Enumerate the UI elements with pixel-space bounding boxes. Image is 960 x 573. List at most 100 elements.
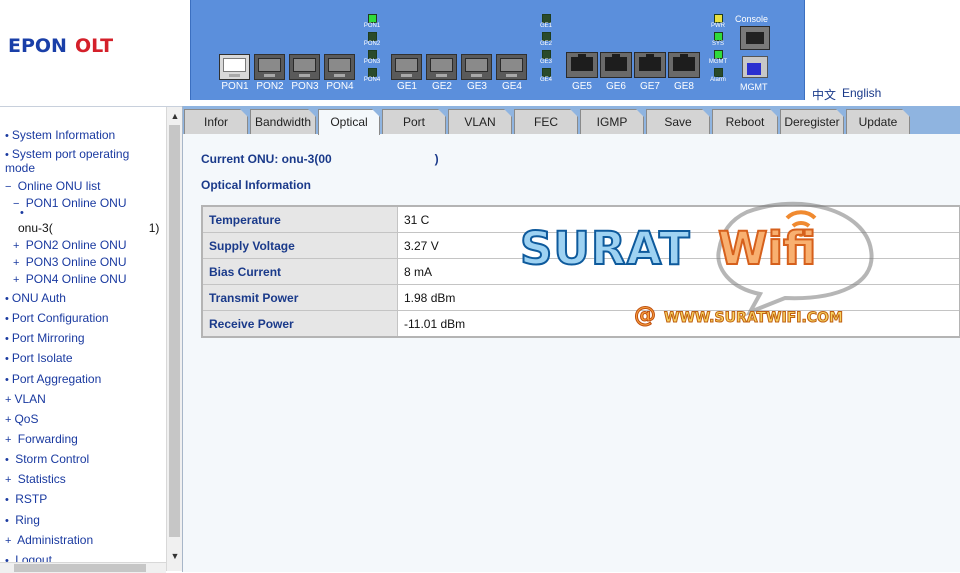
nav-label-truncated: 1) bbox=[149, 221, 160, 235]
scroll-up-arrow-icon[interactable]: ▲ bbox=[167, 109, 182, 123]
tab-fec[interactable]: FEC bbox=[514, 109, 578, 134]
nav-ring[interactable]: • Ring bbox=[5, 513, 40, 527]
section-title: Optical Information bbox=[201, 178, 311, 192]
sys-led-label: SYS bbox=[705, 41, 731, 47]
console-port[interactable] bbox=[740, 26, 770, 50]
nav-system-port-operating-mode-cont[interactable]: mode bbox=[5, 161, 35, 175]
nav-bullet: • bbox=[5, 353, 9, 365]
ge4-led bbox=[542, 68, 551, 77]
watermark-word-2: Wifi bbox=[718, 222, 816, 275]
nav-label: mode bbox=[5, 161, 35, 175]
ge8-port[interactable] bbox=[668, 52, 700, 78]
ge6-port[interactable] bbox=[600, 52, 632, 78]
pon3-port-label: PON3 bbox=[285, 81, 325, 92]
current-onu-close: ) bbox=[435, 152, 439, 166]
scroll-down-arrow-icon[interactable]: ▼ bbox=[167, 549, 182, 563]
ge4-port-label: GE4 bbox=[492, 81, 532, 92]
nav-onu-auth[interactable]: •ONU Auth bbox=[5, 291, 66, 305]
pwr-led bbox=[714, 14, 723, 23]
pon4-led bbox=[368, 68, 377, 77]
main-content: Infor Bandwidth Optical Port VLAN FEC IG… bbox=[182, 106, 960, 572]
nav-bullet: • bbox=[5, 293, 9, 305]
row-label: Bias Current bbox=[202, 259, 398, 285]
nav-label: ONU Auth bbox=[12, 291, 66, 305]
tab-port[interactable]: Port bbox=[382, 109, 446, 134]
nav-vlan[interactable]: +VLAN bbox=[5, 392, 46, 406]
ge4-led-label: GE4 bbox=[533, 77, 559, 83]
nav-label: PON2 Online ONU bbox=[26, 238, 127, 252]
nav-system-information[interactable]: •System Information bbox=[5, 128, 115, 142]
nav-bullet: • bbox=[5, 313, 9, 325]
tab-igmp[interactable]: IGMP bbox=[580, 109, 644, 134]
nav-bullet: • bbox=[5, 494, 9, 506]
collapse-icon: − bbox=[13, 198, 19, 210]
pon3-port[interactable] bbox=[289, 54, 320, 80]
nav-storm-control[interactable]: • Storm Control bbox=[5, 452, 89, 466]
row-label: Receive Power bbox=[202, 311, 398, 338]
nav-onu-3[interactable]: onu-3(1) bbox=[18, 221, 159, 235]
tab-update[interactable]: Update bbox=[846, 109, 910, 134]
expand-icon: + bbox=[5, 394, 11, 406]
row-value: 1.98 dBm bbox=[398, 285, 960, 311]
tab-vlan[interactable]: VLAN bbox=[448, 109, 512, 134]
tab-bandwidth[interactable]: Bandwidth bbox=[250, 109, 316, 134]
table-row: Receive Power -11.01 dBm bbox=[202, 311, 960, 338]
ge3-port[interactable] bbox=[461, 54, 492, 80]
pon4-led-label: PON4 bbox=[359, 77, 385, 83]
row-label: Temperature bbox=[202, 206, 398, 233]
language-english-link[interactable]: English bbox=[842, 86, 881, 100]
ge4-port[interactable] bbox=[496, 54, 527, 80]
nav-pon1-online-onu[interactable]: − PON1 Online ONU bbox=[13, 196, 126, 210]
nav-port-isolate[interactable]: •Port Isolate bbox=[5, 351, 73, 365]
nav-pon2-online-onu[interactable]: + PON2 Online ONU bbox=[13, 238, 126, 252]
console-label: Console bbox=[735, 14, 768, 24]
scrollbar-thumb[interactable] bbox=[14, 564, 146, 572]
language-chinese-link[interactable]: 中文 bbox=[812, 86, 836, 103]
ge2-led-label: GE2 bbox=[533, 41, 559, 47]
nav-statistics[interactable]: + Statistics bbox=[5, 472, 66, 486]
ge1-port[interactable] bbox=[391, 54, 422, 80]
tab-bar: Infor Bandwidth Optical Port VLAN FEC IG… bbox=[183, 106, 960, 134]
pon4-port[interactable] bbox=[324, 54, 355, 80]
sidebar-vertical-scrollbar[interactable]: ▲ ▼ bbox=[166, 107, 182, 571]
sys-led bbox=[714, 32, 723, 41]
pon2-port[interactable] bbox=[254, 54, 285, 80]
nav-administration[interactable]: + Administration bbox=[5, 533, 93, 547]
watermark-word-1: SURAT bbox=[520, 222, 691, 275]
nav-pon3-online-onu[interactable]: + PON3 Online ONU bbox=[13, 255, 126, 269]
scrollbar-thumb[interactable] bbox=[169, 125, 180, 537]
row-label: Transmit Power bbox=[202, 285, 398, 311]
ge5-port[interactable] bbox=[566, 52, 598, 78]
nav-forwarding[interactable]: + Forwarding bbox=[5, 432, 78, 446]
ge8-port-label: GE8 bbox=[664, 81, 704, 92]
nav-bullet: • bbox=[5, 374, 9, 386]
alarm-led-label: Alarm bbox=[705, 77, 731, 83]
ge2-port[interactable] bbox=[426, 54, 457, 80]
nav-label: PON4 Online ONU bbox=[26, 272, 127, 286]
mgmt-port[interactable] bbox=[742, 56, 768, 78]
tab-deregister[interactable]: Deregister bbox=[780, 109, 844, 134]
nav-pon4-online-onu[interactable]: + PON4 Online ONU bbox=[13, 272, 126, 286]
tab-optical[interactable]: Optical bbox=[318, 109, 380, 135]
expand-icon: + bbox=[5, 474, 11, 486]
nav-online-onu-list[interactable]: − Online ONU list bbox=[5, 179, 100, 193]
tab-infor[interactable]: Infor bbox=[184, 109, 248, 134]
expand-icon: + bbox=[13, 274, 19, 286]
nav-port-configuration[interactable]: •Port Configuration bbox=[5, 311, 109, 325]
nav-port-aggregation[interactable]: •Port Aggregation bbox=[5, 372, 101, 386]
pon1-port[interactable] bbox=[219, 54, 250, 80]
nav-port-mirroring[interactable]: •Port Mirroring bbox=[5, 331, 85, 345]
mgmt-port-label: MGMT bbox=[740, 82, 768, 92]
nav-label: Forwarding bbox=[18, 432, 78, 446]
ge7-port[interactable] bbox=[634, 52, 666, 78]
sidebar-horizontal-scrollbar[interactable] bbox=[0, 562, 166, 573]
tab-save[interactable]: Save bbox=[646, 109, 710, 134]
nav-system-port-operating-mode[interactable]: •System port operating bbox=[5, 147, 129, 161]
nav-bullet: • bbox=[5, 333, 9, 345]
nav-qos[interactable]: +QoS bbox=[5, 412, 38, 426]
tab-reboot[interactable]: Reboot bbox=[712, 109, 778, 134]
nav-bullet: • bbox=[20, 207, 24, 219]
row-label: Supply Voltage bbox=[202, 233, 398, 259]
nav-rstp[interactable]: • RSTP bbox=[5, 492, 47, 506]
pon3-led-label: PON3 bbox=[359, 59, 385, 65]
